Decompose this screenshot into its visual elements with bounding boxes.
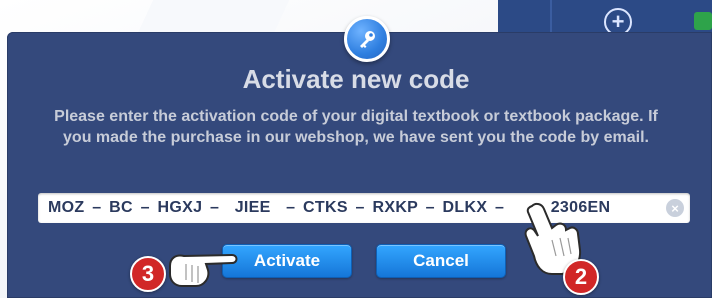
dialog-description: Please enter the activation code of your…	[54, 108, 658, 146]
pointing-hand-icon	[169, 253, 238, 287]
dialog-title: Activate new code	[242, 64, 470, 94]
activation-code-field[interactable]: ×	[38, 193, 690, 223]
key-icon	[344, 16, 390, 62]
step-marker-3: 3	[130, 256, 166, 292]
activate-button[interactable]: Activate	[222, 244, 352, 278]
clear-icon[interactable]: ×	[666, 199, 684, 217]
cancel-button[interactable]: Cancel	[376, 244, 506, 278]
download-icon[interactable]	[694, 12, 712, 30]
step-marker-2: 2	[563, 259, 599, 295]
